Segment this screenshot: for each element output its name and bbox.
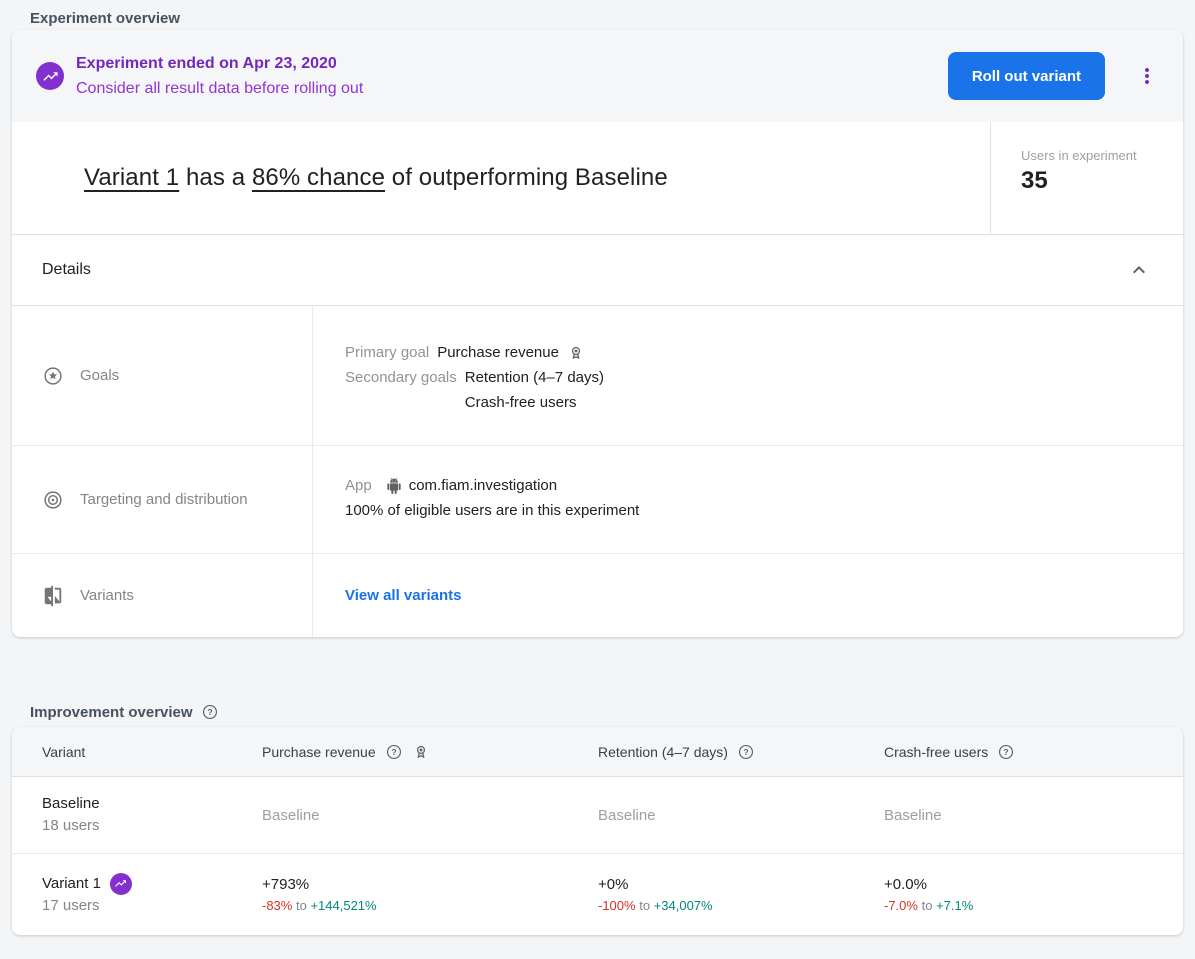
svg-text:?: ? (743, 747, 748, 757)
table-row-baseline: Baseline 18 users Baseline Baseline Base… (12, 777, 1183, 854)
result-headline: Variant 1 has a 86% chance of outperform… (84, 164, 668, 192)
baseline-metric-crashfree: Baseline (884, 807, 1183, 824)
column-purchase-revenue: Purchase revenue ? (262, 743, 598, 761)
android-icon (386, 478, 409, 494)
improvement-table-header: Variant Purchase revenue ? (12, 727, 1183, 777)
app-label: App (345, 473, 372, 498)
column-crash-free: Crash-free users ? (884, 743, 1183, 761)
column-variant: Variant (42, 744, 262, 760)
targeting-row: Targeting and distribution App com.fiam.… (12, 446, 1183, 554)
goals-label: Goals (80, 367, 119, 384)
chevron-up-icon[interactable] (1127, 258, 1151, 282)
targeting-bullseye-icon (42, 489, 64, 511)
leader-trending-up-icon (36, 62, 64, 90)
experiment-ended-title: Experiment ended on Apr 23, 2020 (76, 51, 363, 76)
goals-row: Goals Primary goal Purchase revenue (12, 306, 1183, 446)
experiment-overview-heading: Experiment overview (12, 0, 1183, 30)
experiment-ended-subtitle: Consider all result data before rolling … (76, 76, 363, 101)
variant1-leader-icon (110, 873, 132, 895)
details-title: Details (42, 261, 91, 279)
baseline-users: 18 users (42, 815, 262, 837)
baseline-name: Baseline (42, 793, 262, 815)
users-in-experiment-label: Users in experiment (1021, 146, 1183, 166)
variant1-users: 17 users (42, 895, 262, 917)
users-in-experiment-value: 35 (1021, 166, 1183, 196)
improvement-overview-title: Improvement overview (30, 704, 193, 721)
secondary-goal-value-1: Retention (4–7 days) (465, 365, 604, 390)
result-headline-row: Variant 1 has a 86% chance of outperform… (12, 122, 1183, 234)
variants-row: Variants View all variants (12, 554, 1183, 637)
improvement-overview-card: Variant Purchase revenue ? (12, 727, 1183, 935)
primary-goal-medal-icon (567, 344, 585, 362)
baseline-metric-purchase: Baseline (262, 807, 598, 824)
improvement-help-icon[interactable]: ? (201, 703, 219, 721)
svg-text:?: ? (1004, 747, 1009, 757)
purchase-revenue-medal-icon (412, 743, 430, 761)
variant1-name: Variant 1 (42, 873, 101, 895)
purchase-revenue-help-icon[interactable]: ? (385, 743, 403, 761)
experiment-status-banner: Experiment ended on Apr 23, 2020 Conside… (12, 30, 1183, 122)
variants-compare-icon (42, 585, 64, 607)
baseline-metric-retention: Baseline (598, 807, 884, 824)
variants-label: Variants (80, 587, 134, 604)
goals-star-icon (42, 365, 64, 387)
column-retention: Retention (4–7 days) ? (598, 743, 884, 761)
primary-goal-value: Purchase revenue (437, 340, 559, 365)
view-all-variants-link[interactable]: View all variants (345, 587, 461, 604)
details-section-header[interactable]: Details (12, 234, 1183, 306)
svg-text:?: ? (207, 707, 212, 717)
svg-text:?: ? (391, 747, 396, 757)
targeting-label: Targeting and distribution (80, 491, 248, 508)
retention-help-icon[interactable]: ? (737, 743, 755, 761)
improvement-overview-heading: Improvement overview ? (12, 683, 1183, 727)
eligibility-text: 100% of eligible users are in this exper… (345, 498, 639, 523)
users-in-experiment-panel: Users in experiment 35 (990, 122, 1183, 234)
variant1-metric-purchase: +793% -83% to +144,521% (262, 874, 598, 916)
headline-variant-name: Variant 1 (84, 164, 179, 191)
experiment-overview-title: Experiment overview (30, 10, 180, 27)
headline-chance-value: 86% chance (252, 164, 385, 191)
experiment-overview-card: Experiment ended on Apr 23, 2020 Conside… (12, 30, 1183, 637)
secondary-goals-label: Secondary goals (345, 365, 457, 390)
crash-free-help-icon[interactable]: ? (997, 743, 1015, 761)
roll-out-variant-button[interactable]: Roll out variant (948, 52, 1105, 100)
primary-goal-label: Primary goal (345, 340, 429, 365)
secondary-goal-value-2: Crash-free users (465, 390, 577, 415)
overflow-menu-button[interactable] (1135, 64, 1159, 88)
app-value: com.fiam.investigation (409, 473, 557, 498)
table-row-variant1: Variant 1 17 users +793% -83% to +144,52… (12, 854, 1183, 935)
variant1-metric-crashfree: +0.0% -7.0% to +7.1% (884, 874, 1183, 916)
variant1-metric-retention: +0% -100% to +34,007% (598, 874, 884, 916)
